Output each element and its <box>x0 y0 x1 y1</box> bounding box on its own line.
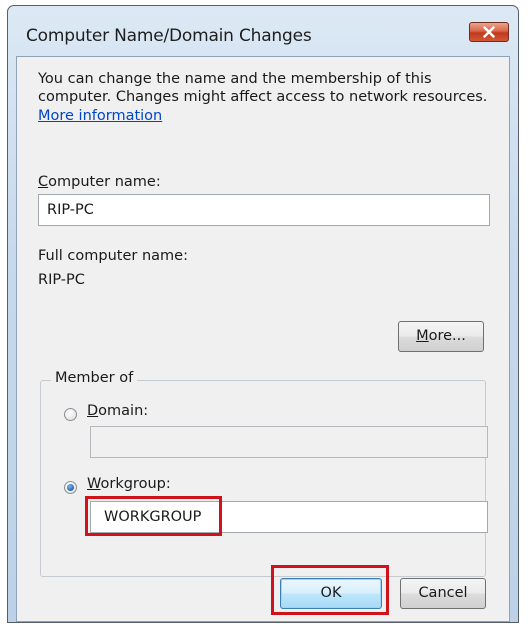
description-line-2: computer. Changes might affect access to… <box>38 89 488 105</box>
full-computer-name-label: Full computer name: <box>38 248 188 264</box>
domain-label[interactable]: Domain: <box>87 403 148 419</box>
computer-name-input[interactable]: RIP-PC <box>38 194 490 226</box>
close-button[interactable] <box>469 22 509 42</box>
ok-button[interactable]: OK <box>280 578 382 609</box>
workgroup-accel: W <box>87 476 101 492</box>
more-button[interactable]: More... <box>398 321 484 352</box>
computer-name-label-rest: omputer name: <box>48 174 161 190</box>
more-information-link[interactable]: More information <box>38 108 162 124</box>
window-title: Computer Name/Domain Changes <box>26 26 312 46</box>
title-bar[interactable]: Computer Name/Domain Changes <box>8 6 518 56</box>
more-button-label-rest: ore... <box>428 328 466 344</box>
description-line-1: You can change the name and the membersh… <box>38 71 432 87</box>
domain-input[interactable] <box>90 426 488 458</box>
close-icon <box>483 26 495 38</box>
workgroup-radio-dot <box>67 484 74 491</box>
workgroup-label-rest: orkgroup: <box>100 476 171 492</box>
workgroup-radio[interactable] <box>64 481 77 494</box>
dialog-window: Computer Name/Domain Changes You can cha… <box>7 5 519 623</box>
member-of-legend: Member of <box>51 370 138 386</box>
dialog-body: You can change the name and the membersh… <box>16 56 510 622</box>
more-button-accel: M <box>416 328 429 344</box>
full-computer-name-value: RIP-PC <box>38 272 85 288</box>
workgroup-input[interactable]: WORKGROUP <box>90 501 488 533</box>
cancel-button[interactable]: Cancel <box>400 578 486 609</box>
domain-accel: D <box>87 403 99 419</box>
domain-label-rest: omain: <box>98 403 149 419</box>
computer-name-label: Computer name: <box>38 174 161 190</box>
domain-radio[interactable] <box>64 408 77 421</box>
computer-name-accel: C <box>38 174 49 190</box>
workgroup-label[interactable]: Workgroup: <box>87 476 171 492</box>
